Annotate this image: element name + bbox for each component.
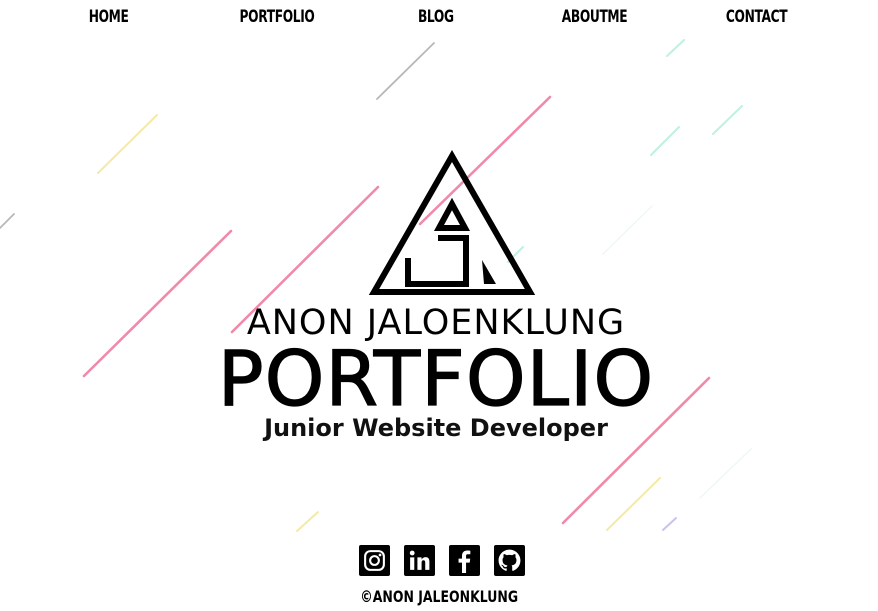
streak — [699, 447, 753, 499]
hero-title-text: PORTFOLIO — [217, 334, 655, 423]
nav-home-link[interactable]: HOME — [89, 4, 129, 30]
streak — [606, 477, 661, 531]
streak — [650, 126, 680, 156]
main-nav: HOME PORTFOLIO BLOG ABOUTME CONTACT — [0, 4, 878, 30]
hero-title: PORTFOLIO — [0, 334, 878, 423]
streak — [662, 517, 677, 531]
streak — [602, 205, 653, 255]
streak — [376, 42, 435, 100]
footer: ©ANON JALEONKLUNG — [0, 586, 878, 608]
streak — [296, 511, 319, 532]
nav-blog-link[interactable]: BLOG — [418, 4, 454, 30]
streak — [712, 105, 743, 135]
linkedin-icon[interactable] — [404, 545, 435, 576]
instagram-icon[interactable] — [359, 545, 390, 576]
streak — [0, 213, 15, 229]
nav-contact-link[interactable]: CONTACT — [726, 4, 788, 30]
hero-subtitle-text: Junior Website Developer — [264, 414, 608, 442]
portfolio-page: HOME PORTFOLIO BLOG ABOUTME CONTACT ANON… — [0, 0, 878, 611]
nav-portfolio-link[interactable]: PORTFOLIO — [240, 4, 315, 30]
nav-aboutme-link[interactable]: ABOUTME — [562, 4, 628, 30]
facebook-icon[interactable] — [449, 545, 480, 576]
github-icon[interactable] — [494, 545, 525, 576]
copyright-text: ©ANON JALEONKLUNG — [360, 587, 518, 606]
streak — [97, 114, 158, 174]
hero-subtitle: Junior Website Developer — [0, 414, 878, 442]
social-links — [359, 545, 525, 576]
streak — [666, 39, 685, 57]
triangle-monogram-icon — [368, 150, 536, 295]
